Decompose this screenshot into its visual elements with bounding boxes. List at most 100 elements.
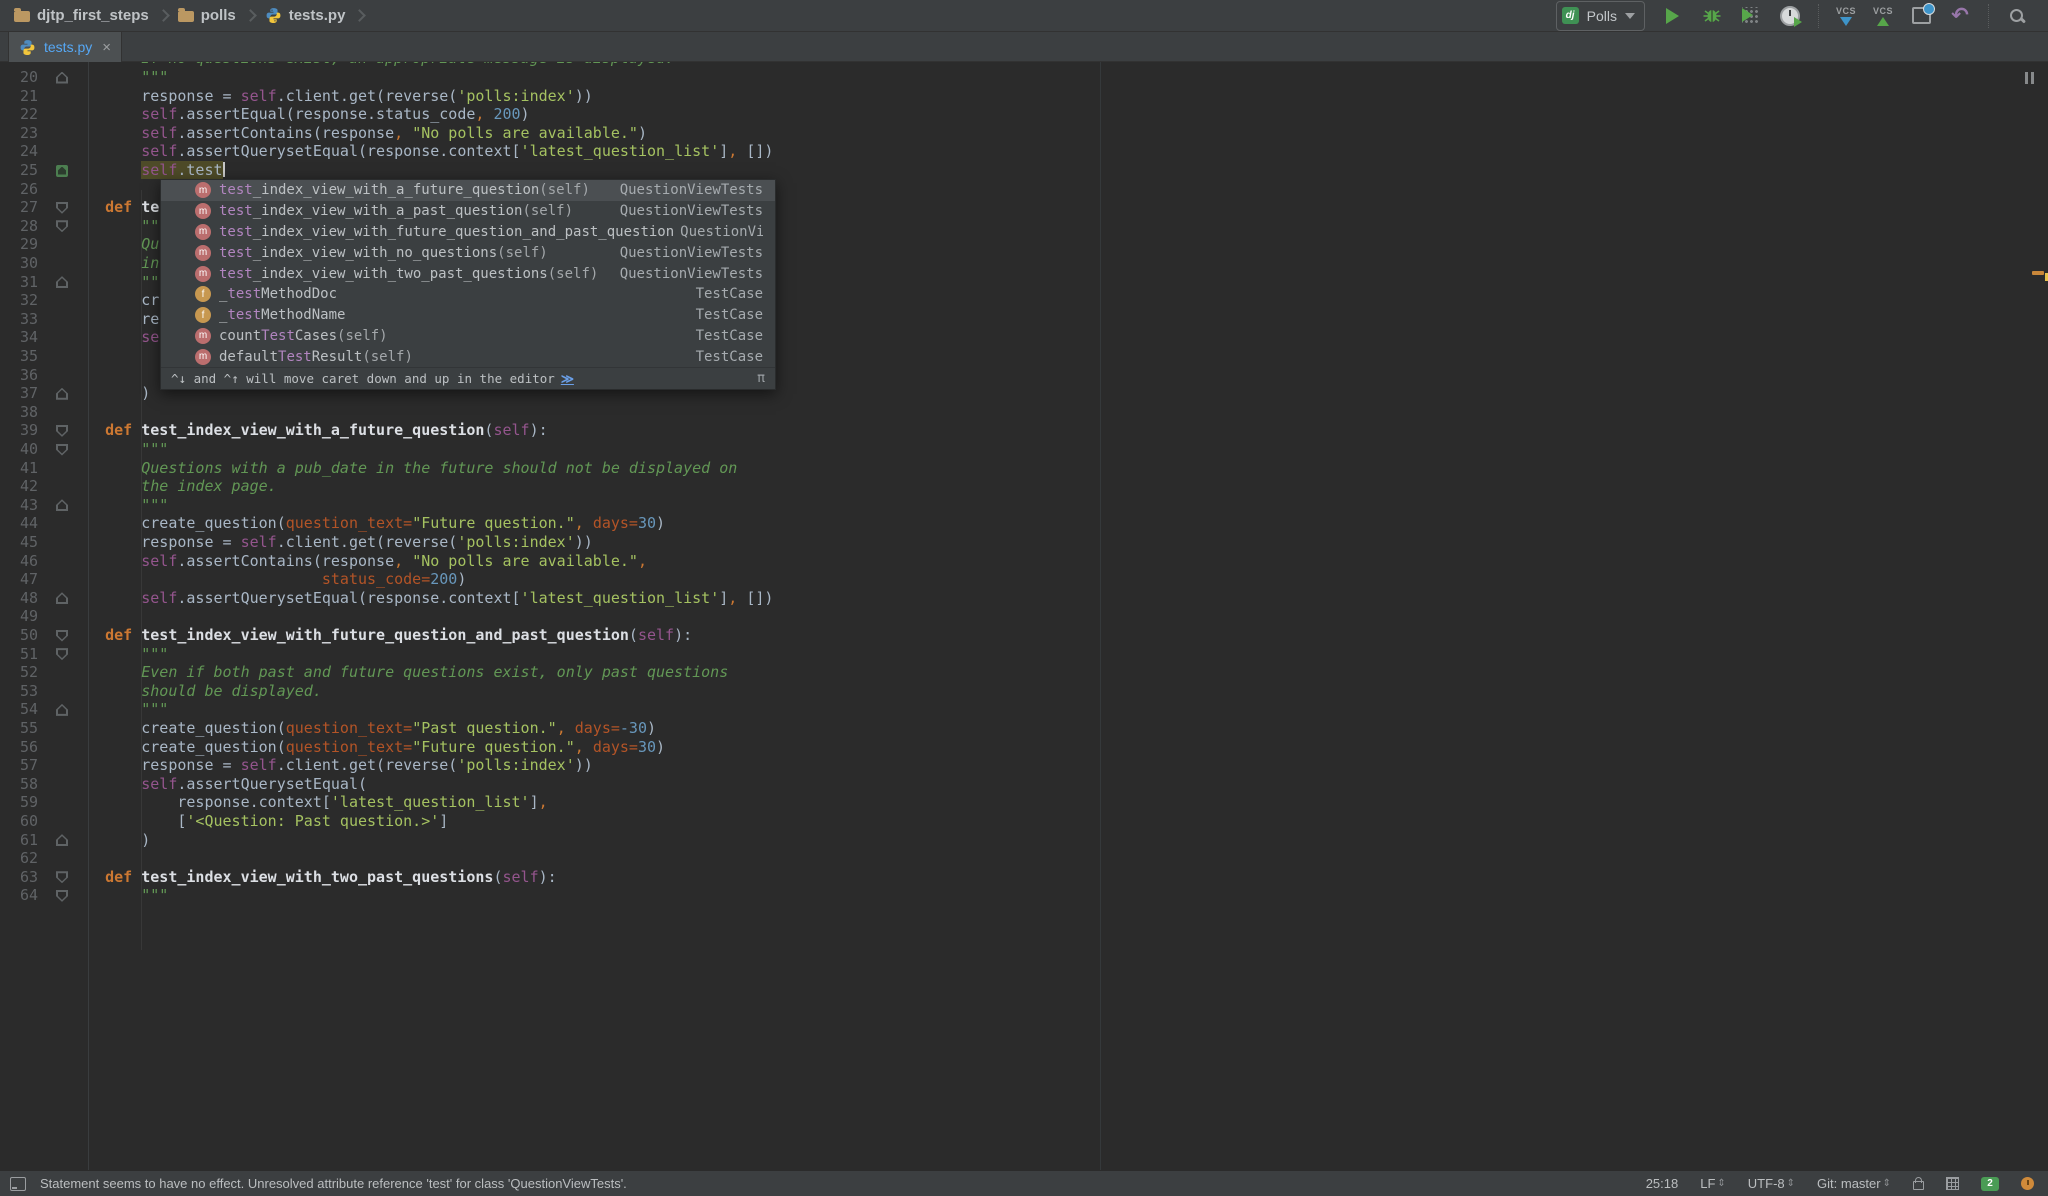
code-line[interactable]: 39 def test_index_view_with_a_future_que…: [0, 421, 2048, 440]
line-number: 34: [19, 328, 38, 347]
notifications-count-badge[interactable]: 2: [1981, 1176, 1999, 1191]
method-icon: m: [195, 182, 211, 199]
line-number: 51: [19, 644, 38, 663]
profiler-button[interactable]: [1779, 5, 1802, 27]
rollback-button[interactable]: ↶: [1949, 5, 1971, 27]
fold-marker-icon[interactable]: [56, 71, 68, 84]
breadcrumb-file-label: tests.py: [288, 7, 346, 24]
vcs-update-button[interactable]: VCS: [1836, 6, 1856, 26]
fold-marker-icon[interactable]: [56, 629, 68, 642]
completion-item[interactable]: m test_index_view_with_two_past_questions…: [161, 263, 775, 284]
fold-marker-icon[interactable]: [56, 387, 68, 400]
code-line[interactable]: 52 Even if both past and future question…: [0, 663, 2048, 682]
fold-marker-icon[interactable]: [56, 648, 68, 661]
method-icon: m: [195, 223, 211, 240]
breadcrumb-folder[interactable]: polls: [177, 7, 236, 24]
code-line[interactable]: 43 """: [0, 496, 2048, 515]
code-line[interactable]: 57 response = self.client.get(reverse('p…: [0, 756, 2048, 775]
run-button[interactable]: [1662, 5, 1684, 27]
code-line[interactable]: 38: [0, 403, 2048, 422]
vcs-commit-button[interactable]: VCS: [1873, 6, 1893, 26]
lock-icon[interactable]: [1913, 1177, 1924, 1190]
code-line[interactable]: 61 ): [0, 831, 2048, 850]
code-line[interactable]: 63 def test_index_view_with_two_past_que…: [0, 868, 2048, 887]
code-line[interactable]: 41 Questions with a pub_date in the futu…: [0, 459, 2048, 478]
code-line[interactable]: 64 """: [0, 886, 2048, 905]
run-with-coverage-button[interactable]: [1740, 5, 1762, 27]
python-file-icon: [266, 8, 281, 23]
completion-item[interactable]: f _testMethodDoc TestCase: [161, 284, 775, 305]
completion-item[interactable]: m test_index_view_with_a_future_question(…: [161, 180, 775, 201]
code-line[interactable]: 25 self.test: [0, 161, 2048, 180]
git-branch-selector[interactable]: Git: master ⇕: [1817, 1176, 1891, 1191]
code-line[interactable]: 51 """: [0, 645, 2048, 664]
code-line[interactable]: 62: [0, 849, 2048, 868]
code-line[interactable]: 53 should be displayed.: [0, 682, 2048, 701]
debug-button[interactable]: [1701, 5, 1723, 27]
local-history-button[interactable]: [1910, 3, 1935, 27]
code-line[interactable]: 49: [0, 607, 2048, 626]
code-line[interactable]: 42 the index page.: [0, 477, 2048, 496]
line-number: 58: [19, 774, 38, 793]
encoding-selector[interactable]: UTF-8 ⇕: [1748, 1176, 1795, 1191]
code-line[interactable]: 46 self.assertContains(response, "No pol…: [0, 552, 2048, 571]
breadcrumb-file[interactable]: tests.py: [265, 7, 346, 24]
line-number: 30: [19, 254, 38, 272]
code-line[interactable]: 44 create_question(question_text="Future…: [0, 514, 2048, 533]
fold-marker-icon[interactable]: [56, 871, 68, 884]
tab-tests-py[interactable]: tests.py ×: [8, 32, 123, 62]
code-line[interactable]: 23 self.assertContains(response, "No pol…: [0, 124, 2048, 143]
fold-marker-icon[interactable]: [56, 220, 68, 233]
fold-marker-icon[interactable]: [56, 424, 68, 437]
completion-item[interactable]: m test_index_view_with_a_past_question (se…: [161, 201, 775, 222]
fold-marker-icon[interactable]: [56, 703, 68, 716]
fold-marker-icon[interactable]: [56, 443, 68, 456]
highlighting-level-icon[interactable]: [1946, 1177, 1959, 1190]
fold-marker-icon[interactable]: [56, 889, 68, 902]
breadcrumb-project[interactable]: djtp_first_steps: [14, 7, 149, 24]
code-line[interactable]: 40 """: [0, 440, 2048, 459]
code-line[interactable]: 48 self.assertQuerysetEqual(response.con…: [0, 589, 2048, 608]
close-icon[interactable]: ×: [102, 40, 111, 55]
code-line[interactable]: 45 response = self.client.get(reverse('p…: [0, 533, 2048, 552]
completion-item[interactable]: m countTestCases (self) TestCase: [161, 326, 775, 347]
fold-marker-icon[interactable]: [56, 276, 68, 289]
code-line[interactable]: 54 """: [0, 700, 2048, 719]
completion-item[interactable]: m test_index_view_with_future_question_an…: [161, 222, 775, 243]
caret-position[interactable]: 25:18: [1646, 1176, 1679, 1191]
completion-more-link[interactable]: ≫: [561, 371, 574, 386]
fold-marker-icon[interactable]: [56, 164, 68, 177]
event-log-icon[interactable]: [2021, 1177, 2034, 1190]
search-everywhere-button[interactable]: [2006, 5, 2028, 27]
code-line[interactable]: 21 response = self.client.get(reverse('p…: [0, 87, 2048, 106]
code-line[interactable]: 50 def test_index_view_with_future_quest…: [0, 626, 2048, 645]
fold-marker-icon[interactable]: [56, 834, 68, 847]
vcs-label: VCS: [1872, 5, 1893, 16]
code-line[interactable]: 24 self.assertQuerysetEqual(response.con…: [0, 142, 2048, 161]
completion-item[interactable]: f _testMethodName TestCase: [161, 305, 775, 326]
fold-marker-icon[interactable]: [56, 499, 68, 512]
code-line[interactable]: 60 ['<Question: Past question.>']: [0, 812, 2048, 831]
code-line[interactable]: 20 """: [0, 68, 2048, 87]
code-line[interactable]: 59 response.context['latest_question_lis…: [0, 793, 2048, 812]
code-line[interactable]: 56 create_question(question_text="Future…: [0, 738, 2048, 757]
error-stripe-warning-mark[interactable]: [2032, 271, 2044, 275]
breadcrumb-folder-label: polls: [200, 7, 236, 24]
line-number: 47: [19, 570, 38, 589]
fold-marker-icon[interactable]: [56, 201, 68, 214]
line-number: 22: [19, 105, 38, 124]
code-editor[interactable]: If no questions exist, an appropriate me…: [0, 62, 2048, 1170]
fold-marker-icon[interactable]: [56, 592, 68, 605]
line-number: 40: [19, 440, 38, 458]
code-line[interactable]: 22 self.assertEqual(response.status_code…: [0, 105, 2048, 124]
inspection-indicator-icon[interactable]: [2025, 72, 2034, 84]
terminal-toggle-icon[interactable]: [10, 1176, 26, 1191]
code-line[interactable]: 47 status_code=200): [0, 570, 2048, 589]
line-number: 55: [19, 719, 38, 737]
completion-item[interactable]: m defaultTestResult (self) TestCase: [161, 346, 775, 367]
run-configuration-selector[interactable]: dj Polls: [1555, 0, 1645, 31]
line-ending-selector[interactable]: LF ⇕: [1700, 1176, 1726, 1191]
completion-item[interactable]: m test_index_view_with_no_questions (self)…: [161, 242, 775, 263]
code-line[interactable]: 58 self.assertQuerysetEqual(: [0, 775, 2048, 794]
code-line[interactable]: 55 create_question(question_text="Past q…: [0, 719, 2048, 738]
